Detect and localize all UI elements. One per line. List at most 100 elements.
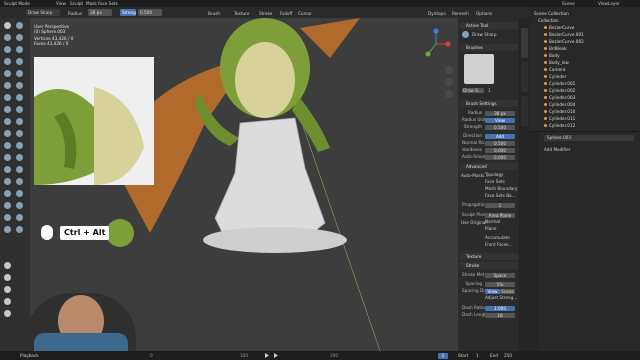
list-item[interactable]: Camera xyxy=(544,67,565,73)
radius-field[interactable]: 38 px xyxy=(88,9,112,16)
box-hide-tool-icon[interactable] xyxy=(4,190,11,197)
slide-relax-tool-icon[interactable] xyxy=(16,130,23,137)
advanced-header[interactable]: Advanced xyxy=(460,163,518,170)
add-modifier-button[interactable]: Add Modifier xyxy=(544,147,570,153)
clay-tool-icon[interactable] xyxy=(4,34,11,41)
face-sets-checkbox[interactable]: Face Sets xyxy=(485,179,505,184)
list-item[interactable]: Cylinder.002 xyxy=(544,88,575,94)
remesh-toggle[interactable]: Remesh xyxy=(452,11,469,16)
inflate-tool-icon[interactable] xyxy=(16,46,23,53)
3d-viewport[interactable]: User Perspective (0) Sphere.003 Vertices… xyxy=(0,18,458,351)
list-item[interactable]: BezierCurve xyxy=(544,25,574,31)
stroke-method-field[interactable]: Space xyxy=(485,272,515,278)
view-menu[interactable]: View xyxy=(56,1,66,6)
list-item[interactable]: BezierCurve.002 xyxy=(544,39,584,45)
list-item[interactable]: Cylinder.004 xyxy=(544,102,575,108)
normal-radius-field[interactable]: 0.500 xyxy=(485,140,515,146)
box-trim-tool-icon[interactable] xyxy=(4,202,11,209)
list-item[interactable]: Body_low xyxy=(544,60,569,66)
list-item[interactable]: Cylinder.011 xyxy=(544,116,575,122)
fill-tool-icon[interactable] xyxy=(4,82,11,89)
hardness-field[interactable]: 0.000 xyxy=(485,147,515,153)
current-frame-field[interactable]: 1 xyxy=(438,352,448,359)
scene-collection-row[interactable]: Scene Collection xyxy=(534,11,569,17)
tab-item[interactable] xyxy=(521,96,528,126)
original-plane-checkbox[interactable]: Plane xyxy=(485,226,497,231)
draw-tool-icon[interactable] xyxy=(4,22,11,29)
transform-tool-icon[interactable] xyxy=(4,298,11,305)
pan-icon[interactable] xyxy=(445,78,453,86)
scene-selector[interactable]: Scene xyxy=(562,1,575,6)
camera-view-icon[interactable] xyxy=(445,90,453,98)
options-menu[interactable]: Options xyxy=(476,11,492,16)
layer-tool-icon[interactable] xyxy=(4,46,11,53)
front-faces-checkbox[interactable]: Front Faces... xyxy=(485,242,513,247)
playback-controls[interactable] xyxy=(262,352,282,359)
flatten-tool-icon[interactable] xyxy=(16,70,23,77)
mode-menu[interactable]: Sculpt Mode xyxy=(4,1,30,6)
cloth-tool-icon[interactable] xyxy=(16,142,23,149)
spacing-field[interactable]: 5% xyxy=(485,281,515,287)
direction-field[interactable]: Add xyxy=(485,133,515,139)
stroke-header[interactable]: Stroke xyxy=(460,262,518,269)
draw-sharp-tool-icon[interactable] xyxy=(16,22,23,29)
edit-face-set-tool-icon[interactable] xyxy=(16,226,23,233)
snake-hook-tool-icon[interactable] xyxy=(4,106,11,113)
draw-face-sets-tool-icon[interactable] xyxy=(4,166,11,173)
mesh-boundary-checkbox[interactable]: Mesh Boundary xyxy=(485,186,518,191)
mesh-filter-tool-icon[interactable] xyxy=(4,214,11,221)
boundary-tool-icon[interactable] xyxy=(4,142,11,149)
brush-name-field[interactable]: Draw S... xyxy=(462,88,484,93)
brush-settings-header[interactable]: Brush Settings xyxy=(460,100,518,107)
navigation-gizmo[interactable] xyxy=(420,28,452,60)
box-mask-tool-icon[interactable] xyxy=(4,178,11,185)
list-item[interactable]: Cylinder xyxy=(544,74,566,80)
tab-tool[interactable] xyxy=(521,28,528,58)
adjust-strength-checkbox[interactable]: Adjust Streng... xyxy=(485,295,517,300)
playback-menu[interactable]: Playback xyxy=(20,353,39,358)
list-item[interactable]: Cylinder.010 xyxy=(544,109,575,115)
rotate-transform-tool-icon[interactable] xyxy=(4,274,11,281)
zoom-icon[interactable] xyxy=(445,66,453,74)
stroke-menu[interactable]: Stroke xyxy=(259,11,272,16)
smooth-tool-icon[interactable] xyxy=(4,70,11,77)
dyntopo-toggle[interactable]: Dyntopo xyxy=(428,11,446,16)
brushes-header[interactable]: Brushes xyxy=(460,44,518,51)
thumb-tool-icon[interactable] xyxy=(16,106,23,113)
simplify-tool-icon[interactable] xyxy=(4,154,11,161)
start-field[interactable]: 1 xyxy=(476,353,479,358)
brush-selector[interactable]: Draw Sharp xyxy=(26,9,60,16)
collection-row[interactable]: Collection xyxy=(538,18,559,24)
auto-smooth-field[interactable]: 0.000 xyxy=(485,154,515,160)
annotate-tool-icon[interactable] xyxy=(4,310,11,317)
texture-header[interactable]: Texture xyxy=(460,253,518,260)
box-face-set-tool-icon[interactable] xyxy=(16,190,23,197)
radius-unit-field[interactable]: View xyxy=(485,117,515,123)
sculpt-plane-field[interactable]: Area Plane xyxy=(485,212,515,218)
original-normal-checkbox[interactable]: Normal xyxy=(485,219,500,224)
brush-menu[interactable]: Brush xyxy=(208,11,220,16)
dash-ratio-field[interactable]: 1.000 xyxy=(485,305,515,311)
mask-menu[interactable]: Mask xyxy=(86,1,97,6)
face-sets-boundary-checkbox[interactable]: Face Sets Bo... xyxy=(485,193,516,198)
mask-tool-icon[interactable] xyxy=(16,154,23,161)
rotate-tool-icon[interactable] xyxy=(4,130,11,137)
lasso-mask-tool-icon[interactable] xyxy=(16,178,23,185)
scale-tool-icon[interactable] xyxy=(4,286,11,293)
crease-tool-icon[interactable] xyxy=(16,58,23,65)
list-item[interactable]: BrdBeak xyxy=(544,46,567,52)
color-filter-tool-icon[interactable] xyxy=(4,226,11,233)
topology-checkbox[interactable]: Topology xyxy=(485,172,504,177)
clay-strips-tool-icon[interactable] xyxy=(16,34,23,41)
viewlayer-selector[interactable]: ViewLayer xyxy=(598,1,620,6)
object-name-field[interactable]: Sphere.003 xyxy=(544,135,634,141)
move-tool-icon[interactable] xyxy=(4,262,11,269)
list-item[interactable]: BezierCurve.001 xyxy=(544,32,584,38)
radius-setting-field[interactable]: 38 px xyxy=(485,110,515,116)
propagation-field[interactable]: 1 xyxy=(485,202,515,208)
cursor-menu[interactable]: Cursor xyxy=(298,11,312,16)
list-item[interactable]: Cylinder.012 xyxy=(544,123,575,129)
end-field[interactable]: 250 xyxy=(504,353,512,358)
scrape-tool-icon[interactable] xyxy=(16,82,23,89)
list-item[interactable]: Cylinder.003 xyxy=(544,95,575,101)
